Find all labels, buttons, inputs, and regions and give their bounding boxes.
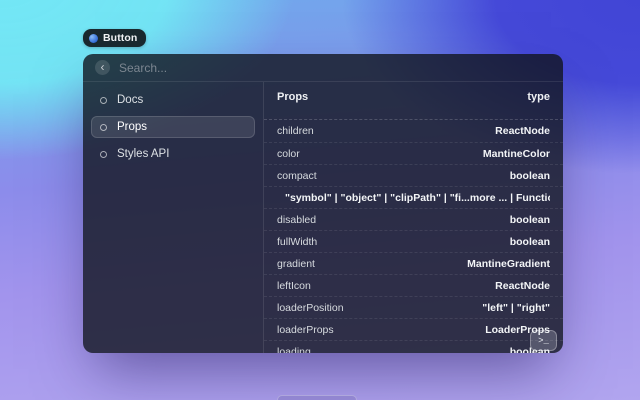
terminal-prompt-icon: >_ <box>538 336 549 346</box>
table-row: "symbol" | "object" | "clipPath" | "fi..… <box>264 186 563 208</box>
prop-name: leftIcon <box>277 280 311 292</box>
circle-icon <box>100 97 107 104</box>
sidebar: Docs Props Styles API <box>83 82 263 353</box>
back-button[interactable]: ‹ <box>95 60 110 75</box>
table-row: disabled boolean <box>264 208 563 230</box>
table-header: Props type <box>264 82 563 120</box>
spotlight-modal: ‹ Docs Props Styles API Props type child… <box>83 54 563 353</box>
sidebar-item-label: Styles API <box>117 148 169 160</box>
table-row: children ReactNode <box>264 120 563 142</box>
prop-type: boolean <box>510 170 550 182</box>
prop-name: color <box>277 148 300 160</box>
prop-name: loading <box>277 346 311 354</box>
prop-type: boolean <box>510 236 550 248</box>
header-props-label: Props <box>277 91 308 103</box>
prop-name: disabled <box>277 214 316 226</box>
circle-icon <box>100 151 107 158</box>
sidebar-item-label: Props <box>117 121 147 133</box>
mantine-logo-icon <box>89 34 98 43</box>
prop-name: compact <box>277 170 317 182</box>
prop-type: "symbol" | "object" | "clipPath" | "fi..… <box>285 192 550 204</box>
sidebar-item-docs[interactable]: Docs <box>91 89 255 111</box>
prop-name: children <box>277 125 314 137</box>
prop-name: loaderProps <box>277 324 334 336</box>
sidebar-item-styles-api[interactable]: Styles API <box>91 143 255 165</box>
table-row: compact boolean <box>264 164 563 186</box>
button-component-tag[interactable]: Button <box>83 29 146 47</box>
sidebar-item-label: Docs <box>117 94 143 106</box>
prop-type: MantineGradient <box>467 258 550 270</box>
hidden-dock-element <box>277 395 357 400</box>
table-row: fullWidth boolean <box>264 230 563 252</box>
sidebar-item-props[interactable]: Props <box>91 116 255 138</box>
prop-type: "left" | "right" <box>482 302 550 314</box>
prop-name: gradient <box>277 258 315 270</box>
header-type-label: type <box>527 91 550 103</box>
prop-type: boolean <box>510 214 550 226</box>
table-row: color MantineColor <box>264 142 563 164</box>
terminal-shortcut-button[interactable]: >_ <box>530 330 557 351</box>
prop-type: MantineColor <box>483 148 550 160</box>
chevron-left-icon: ‹ <box>101 61 105 74</box>
table-row: loaderProps LoaderProps <box>264 318 563 340</box>
tag-label: Button <box>103 32 137 44</box>
table-row: gradient MantineGradient <box>264 252 563 274</box>
circle-icon <box>100 124 107 131</box>
props-table: Props type children ReactNode color Mant… <box>263 82 563 353</box>
prop-type: ReactNode <box>495 280 550 292</box>
table-row: leftIcon ReactNode <box>264 274 563 296</box>
search-bar: ‹ <box>83 54 563 82</box>
table-row: loading boolean <box>264 340 563 353</box>
prop-type: ReactNode <box>495 125 550 137</box>
search-input[interactable] <box>119 61 551 75</box>
prop-name: loaderPosition <box>277 302 344 314</box>
table-row: loaderPosition "left" | "right" <box>264 296 563 318</box>
prop-name: fullWidth <box>277 236 317 248</box>
